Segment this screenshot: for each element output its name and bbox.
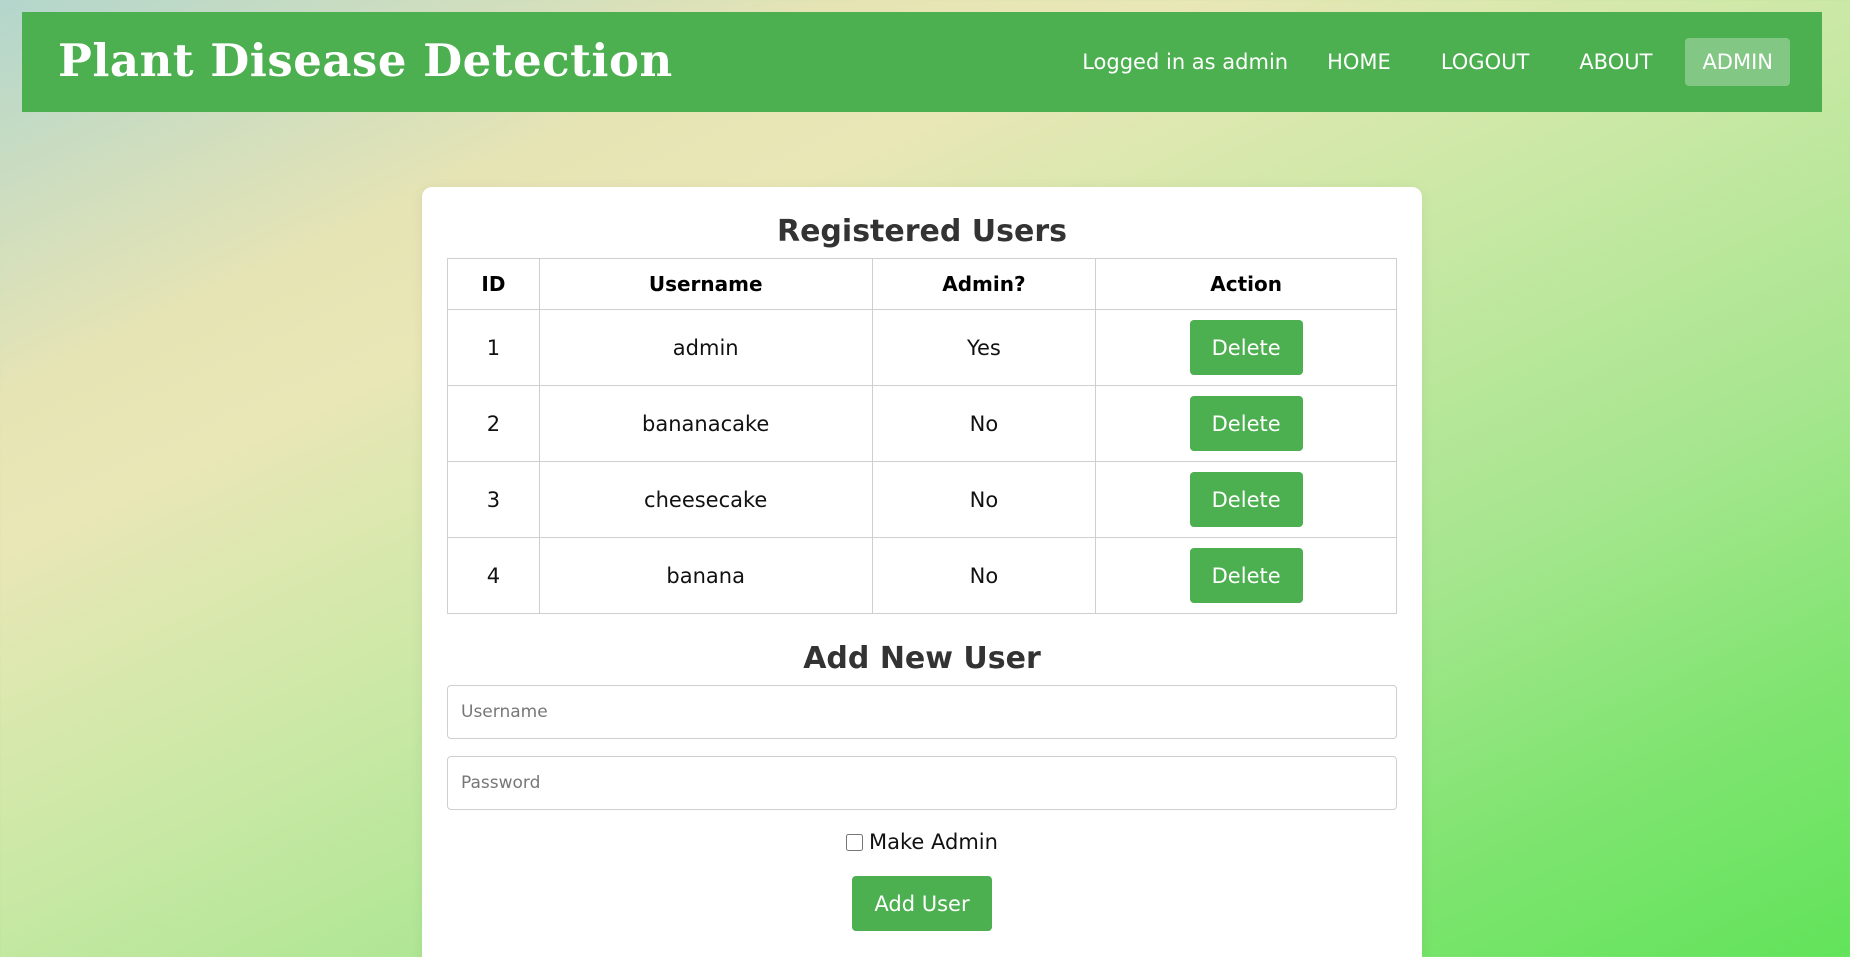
nav-link-about[interactable]: ABOUT xyxy=(1562,38,1669,86)
admin-flag-cell: No xyxy=(871,385,1097,462)
table-row: 2 bananacake No Delete xyxy=(447,385,1397,462)
column-header-username: Username xyxy=(538,258,873,310)
top-navbar: Plant Disease Detection Logged in as adm… xyxy=(22,12,1822,112)
delete-user-button[interactable]: Delete xyxy=(1189,320,1303,375)
make-admin-label: Make Admin xyxy=(869,830,998,854)
username-cell: admin xyxy=(538,309,873,386)
make-admin-checkbox[interactable] xyxy=(846,833,864,851)
nav-menu: Logged in as admin HOME LOGOUT ABOUT ADM… xyxy=(1082,38,1790,86)
table-row: 4 banana No Delete xyxy=(447,537,1397,614)
username-cell: bananacake xyxy=(538,385,873,462)
nav-link-home[interactable]: HOME xyxy=(1310,38,1408,86)
username-cell: cheesecake xyxy=(538,461,873,538)
site-title: Plant Disease Detection xyxy=(58,34,673,87)
delete-user-button[interactable]: Delete xyxy=(1189,548,1303,603)
username-cell: banana xyxy=(538,537,873,614)
users-table: ID Username Admin? Action 1 admin Yes De… xyxy=(447,258,1397,614)
user-id-cell: 4 xyxy=(447,537,540,614)
make-admin-option: Make Admin xyxy=(422,830,1422,854)
registered-users-heading: Registered Users xyxy=(776,214,1068,249)
delete-user-button[interactable]: Delete xyxy=(1189,472,1303,527)
action-cell: Delete xyxy=(1095,537,1397,614)
action-cell: Delete xyxy=(1095,461,1397,538)
admin-flag-cell: No xyxy=(871,461,1097,538)
action-cell: Delete xyxy=(1095,309,1397,386)
table-row: 1 admin Yes Delete xyxy=(447,309,1397,386)
nav-link-admin[interactable]: ADMIN xyxy=(1685,38,1790,86)
admin-flag-cell: No xyxy=(871,537,1097,614)
action-cell: Delete xyxy=(1095,385,1397,462)
password-input[interactable] xyxy=(447,756,1397,810)
column-header-admin: Admin? xyxy=(871,258,1097,310)
user-id-cell: 3 xyxy=(447,461,540,538)
user-id-cell: 1 xyxy=(447,309,540,386)
user-id-cell: 2 xyxy=(447,385,540,462)
add-user-heading: Add New User xyxy=(803,641,1041,676)
table-header-row: ID Username Admin? Action xyxy=(447,258,1397,310)
column-header-id: ID xyxy=(447,258,540,310)
column-header-action: Action xyxy=(1095,258,1397,310)
admin-flag-cell: Yes xyxy=(871,309,1097,386)
delete-user-button[interactable]: Delete xyxy=(1189,396,1303,451)
logged-in-status: Logged in as admin xyxy=(1082,50,1289,74)
admin-panel-card: Registered Users ID Username Admin? Acti… xyxy=(422,187,1422,957)
nav-link-logout[interactable]: LOGOUT xyxy=(1424,38,1546,86)
username-input[interactable] xyxy=(447,685,1397,739)
add-user-button[interactable]: Add User xyxy=(852,876,992,931)
table-row: 3 cheesecake No Delete xyxy=(447,461,1397,538)
